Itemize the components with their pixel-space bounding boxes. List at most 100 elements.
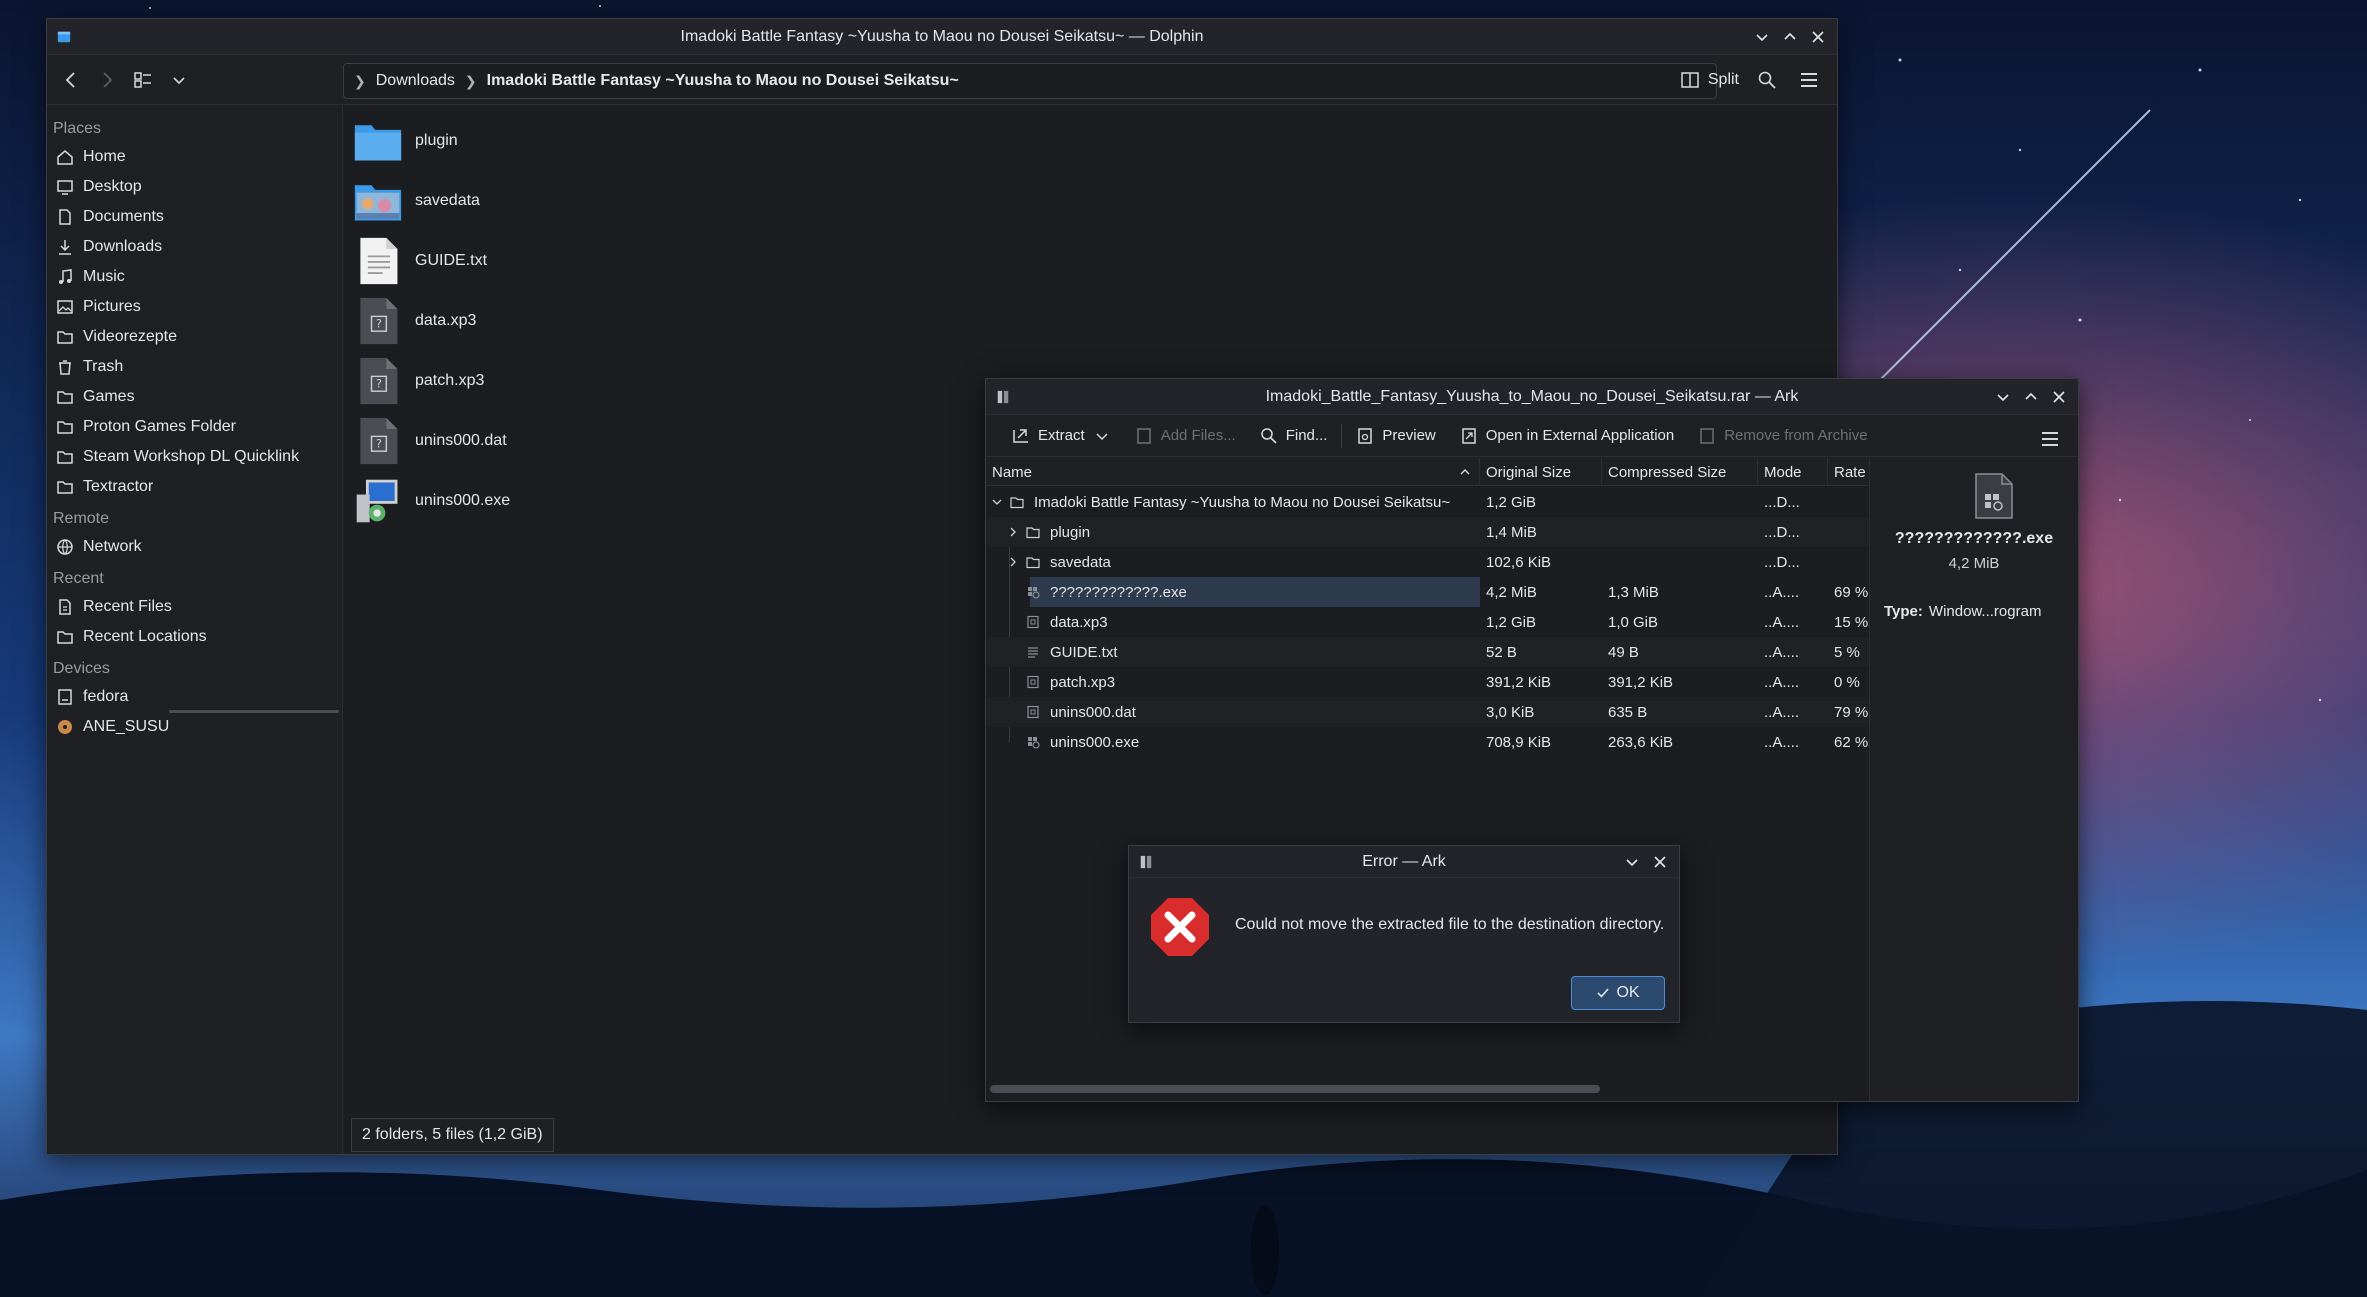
column-name[interactable]: Name <box>986 458 1480 486</box>
column-compressed-size[interactable]: Compressed Size <box>1602 458 1758 486</box>
trash-icon <box>55 357 75 377</box>
table-row[interactable]: Imadoki Battle Fantasy ~Yuusha to Maou n… <box>986 487 1869 517</box>
dolphin-titlebar[interactable]: Imadoki Battle Fantasy ~Yuusha to Maou n… <box>47 19 1837 55</box>
remove-from-archive-button[interactable]: Remove from Archive <box>1688 420 1877 452</box>
sidebar-item-videorezepte[interactable]: Videorezepte <box>47 322 342 352</box>
close-button[interactable] <box>1807 26 1829 48</box>
maximize-button[interactable] <box>1779 26 1801 48</box>
close-button[interactable] <box>1649 851 1671 873</box>
minimize-button[interactable] <box>1992 386 2014 408</box>
ark-app-icon[interactable] <box>992 386 1014 408</box>
hamburger-menu-icon[interactable] <box>2036 425 2064 453</box>
table-row[interactable]: unins000.exe 708,9 KiB 263,6 KiB ..A.... 62 … <box>986 727 1869 757</box>
breadcrumb-downloads[interactable]: Downloads <box>376 72 455 90</box>
find-button[interactable]: Find... <box>1250 420 1338 452</box>
sidebar-item-documents[interactable]: Documents <box>47 202 342 232</box>
split-button[interactable]: Split <box>1680 70 1739 90</box>
breadcrumb-current[interactable]: Imadoki Battle Fantasy ~Yuusha to Maou n… <box>487 72 959 90</box>
sidebar-item-recent-locations[interactable]: Recent Locations <box>47 622 342 652</box>
sidebar-item-trash[interactable]: Trash <box>47 352 342 382</box>
extract-button[interactable]: Extract <box>1002 420 1121 452</box>
preview-button[interactable]: Preview <box>1346 420 1445 452</box>
file-item[interactable]: ? data.xp3 <box>351 294 476 348</box>
column-rate[interactable]: Rate <box>1828 458 1869 486</box>
cell-orig: 391,2 KiB <box>1486 673 1552 691</box>
chevron-right-icon[interactable]: ❯ <box>354 73 366 90</box>
sidebar-item-network[interactable]: Network <box>47 532 342 562</box>
cell-mode: ..A.... <box>1764 673 1800 691</box>
table-row[interactable]: savedata 102,6 KiB ...D... <box>986 547 1869 577</box>
file-item[interactable]: plugin <box>351 114 458 168</box>
file-item[interactable]: ? unins000.dat <box>351 414 507 468</box>
preview-label: Preview <box>1382 427 1436 444</box>
file-item[interactable]: ? patch.xp3 <box>351 354 484 408</box>
breadcrumb[interactable]: ❯ Downloads ❯ Imadoki Battle Fantasy ~Yu… <box>343 63 1717 99</box>
error-titlebar[interactable]: Error — Ark <box>1129 846 1679 878</box>
file-item[interactable]: GUIDE.txt <box>351 234 487 288</box>
cell-mode: ..A.... <box>1764 613 1800 631</box>
ok-button[interactable]: OK <box>1571 976 1665 1010</box>
table-row[interactable]: GUIDE.txt 52 B 49 B ..A.... 5 % <box>986 637 1869 667</box>
search-icon[interactable] <box>1753 66 1781 94</box>
sidebar-item-recent-files[interactable]: Recent Files <box>47 592 342 622</box>
add-files-button[interactable]: Add Files... <box>1125 420 1246 452</box>
folder-icon <box>1010 487 1026 517</box>
cell-rate: 15 % <box>1834 613 1869 631</box>
sidebar-item-proton-games-folder[interactable]: Proton Games Folder <box>47 412 342 442</box>
toolbar-separator <box>1341 423 1343 448</box>
sidebar-item-textractor[interactable]: Textractor <box>47 472 342 502</box>
chevron-right-icon[interactable] <box>1006 517 1022 547</box>
cell-rate: 5 % <box>1834 643 1860 661</box>
column-mode[interactable]: Mode <box>1758 458 1828 486</box>
sidebar-item-desktop[interactable]: Desktop <box>47 172 342 202</box>
ark-titlebar[interactable]: Imadoki_Battle_Fantasy_Yuusha_to_Maou_no… <box>986 379 2078 415</box>
unknown-file-icon: ? <box>351 414 405 468</box>
minimize-button[interactable] <box>1751 26 1773 48</box>
table-row[interactable]: ?????????????.exe 4,2 MiB 1,3 MiB ..A.... 69… <box>986 577 1869 607</box>
column-original-size[interactable]: Original Size <box>1480 458 1602 486</box>
sidebar-item-label: Games <box>83 388 135 405</box>
open-external-button[interactable]: Open in External Application <box>1450 420 1684 452</box>
chevron-right-icon[interactable] <box>1006 547 1022 577</box>
sidebar-item-ane-susu[interactable]: ANE_SUSU <box>47 712 342 742</box>
minimize-button[interactable] <box>1621 851 1643 873</box>
table-row[interactable]: unins000.dat 3,0 KiB 635 B ..A.... 79 % <box>986 697 1869 727</box>
file-name: patch.xp3 <box>415 372 485 389</box>
add-files-icon <box>1136 427 1151 444</box>
horizontal-scrollbar[interactable] <box>990 1085 1600 1093</box>
sidebar-item-downloads[interactable]: Downloads <box>47 232 342 262</box>
file-item[interactable]: savedata <box>351 174 480 228</box>
preview-file-type: Type: Window...rogram <box>1884 603 2041 620</box>
file-item[interactable]: unins000.exe <box>351 474 510 528</box>
cell-name: patch.xp3 <box>1050 673 1116 691</box>
sidebar-item-home[interactable]: Home <box>47 142 342 172</box>
view-mode-icon[interactable] <box>129 66 157 94</box>
chevron-down-icon[interactable] <box>1093 427 1111 445</box>
folder-icon <box>1026 517 1042 547</box>
forward-icon[interactable] <box>93 66 121 94</box>
chevron-down-icon[interactable] <box>990 487 1006 517</box>
dolphin-app-icon[interactable] <box>53 26 75 48</box>
split-icon <box>1681 72 1699 88</box>
sidebar-item-games[interactable]: Games <box>47 382 342 412</box>
error-title: Error — Ark <box>1362 852 1446 870</box>
preview-file-size: 4,2 MiB <box>1948 555 2000 572</box>
hamburger-menu-icon[interactable] <box>1795 66 1823 94</box>
table-row[interactable]: data.xp3 1,2 GiB 1,0 GiB ..A.... 15 % <box>986 607 1869 637</box>
ark-app-icon[interactable] <box>1135 851 1157 873</box>
maximize-button[interactable] <box>2020 386 2042 408</box>
extract-icon <box>1013 428 1028 443</box>
sidebar-item-pictures[interactable]: Pictures <box>47 292 342 322</box>
table-row[interactable]: patch.xp3 391,2 KiB 391,2 KiB ..A.... 0 % <box>986 667 1869 697</box>
sidebar-item-label: Recent Locations <box>83 628 207 645</box>
chevron-down-icon[interactable] <box>165 66 193 94</box>
sidebar-item-steam-workshop-dl-quicklink[interactable]: Steam Workshop DL Quicklink <box>47 442 342 472</box>
remote-header: Remote <box>53 510 110 527</box>
folder-icon <box>1026 547 1042 577</box>
sidebar-item-music[interactable]: Music <box>47 262 342 292</box>
sidebar-item-fedora[interactable]: fedora <box>47 682 342 712</box>
close-button[interactable] <box>2048 386 2070 408</box>
back-icon[interactable] <box>57 66 85 94</box>
table-row[interactable]: plugin 1,4 MiB ...D... <box>986 517 1869 547</box>
status-bar: 2 folders, 5 files (1,2 GiB) <box>351 1118 554 1152</box>
